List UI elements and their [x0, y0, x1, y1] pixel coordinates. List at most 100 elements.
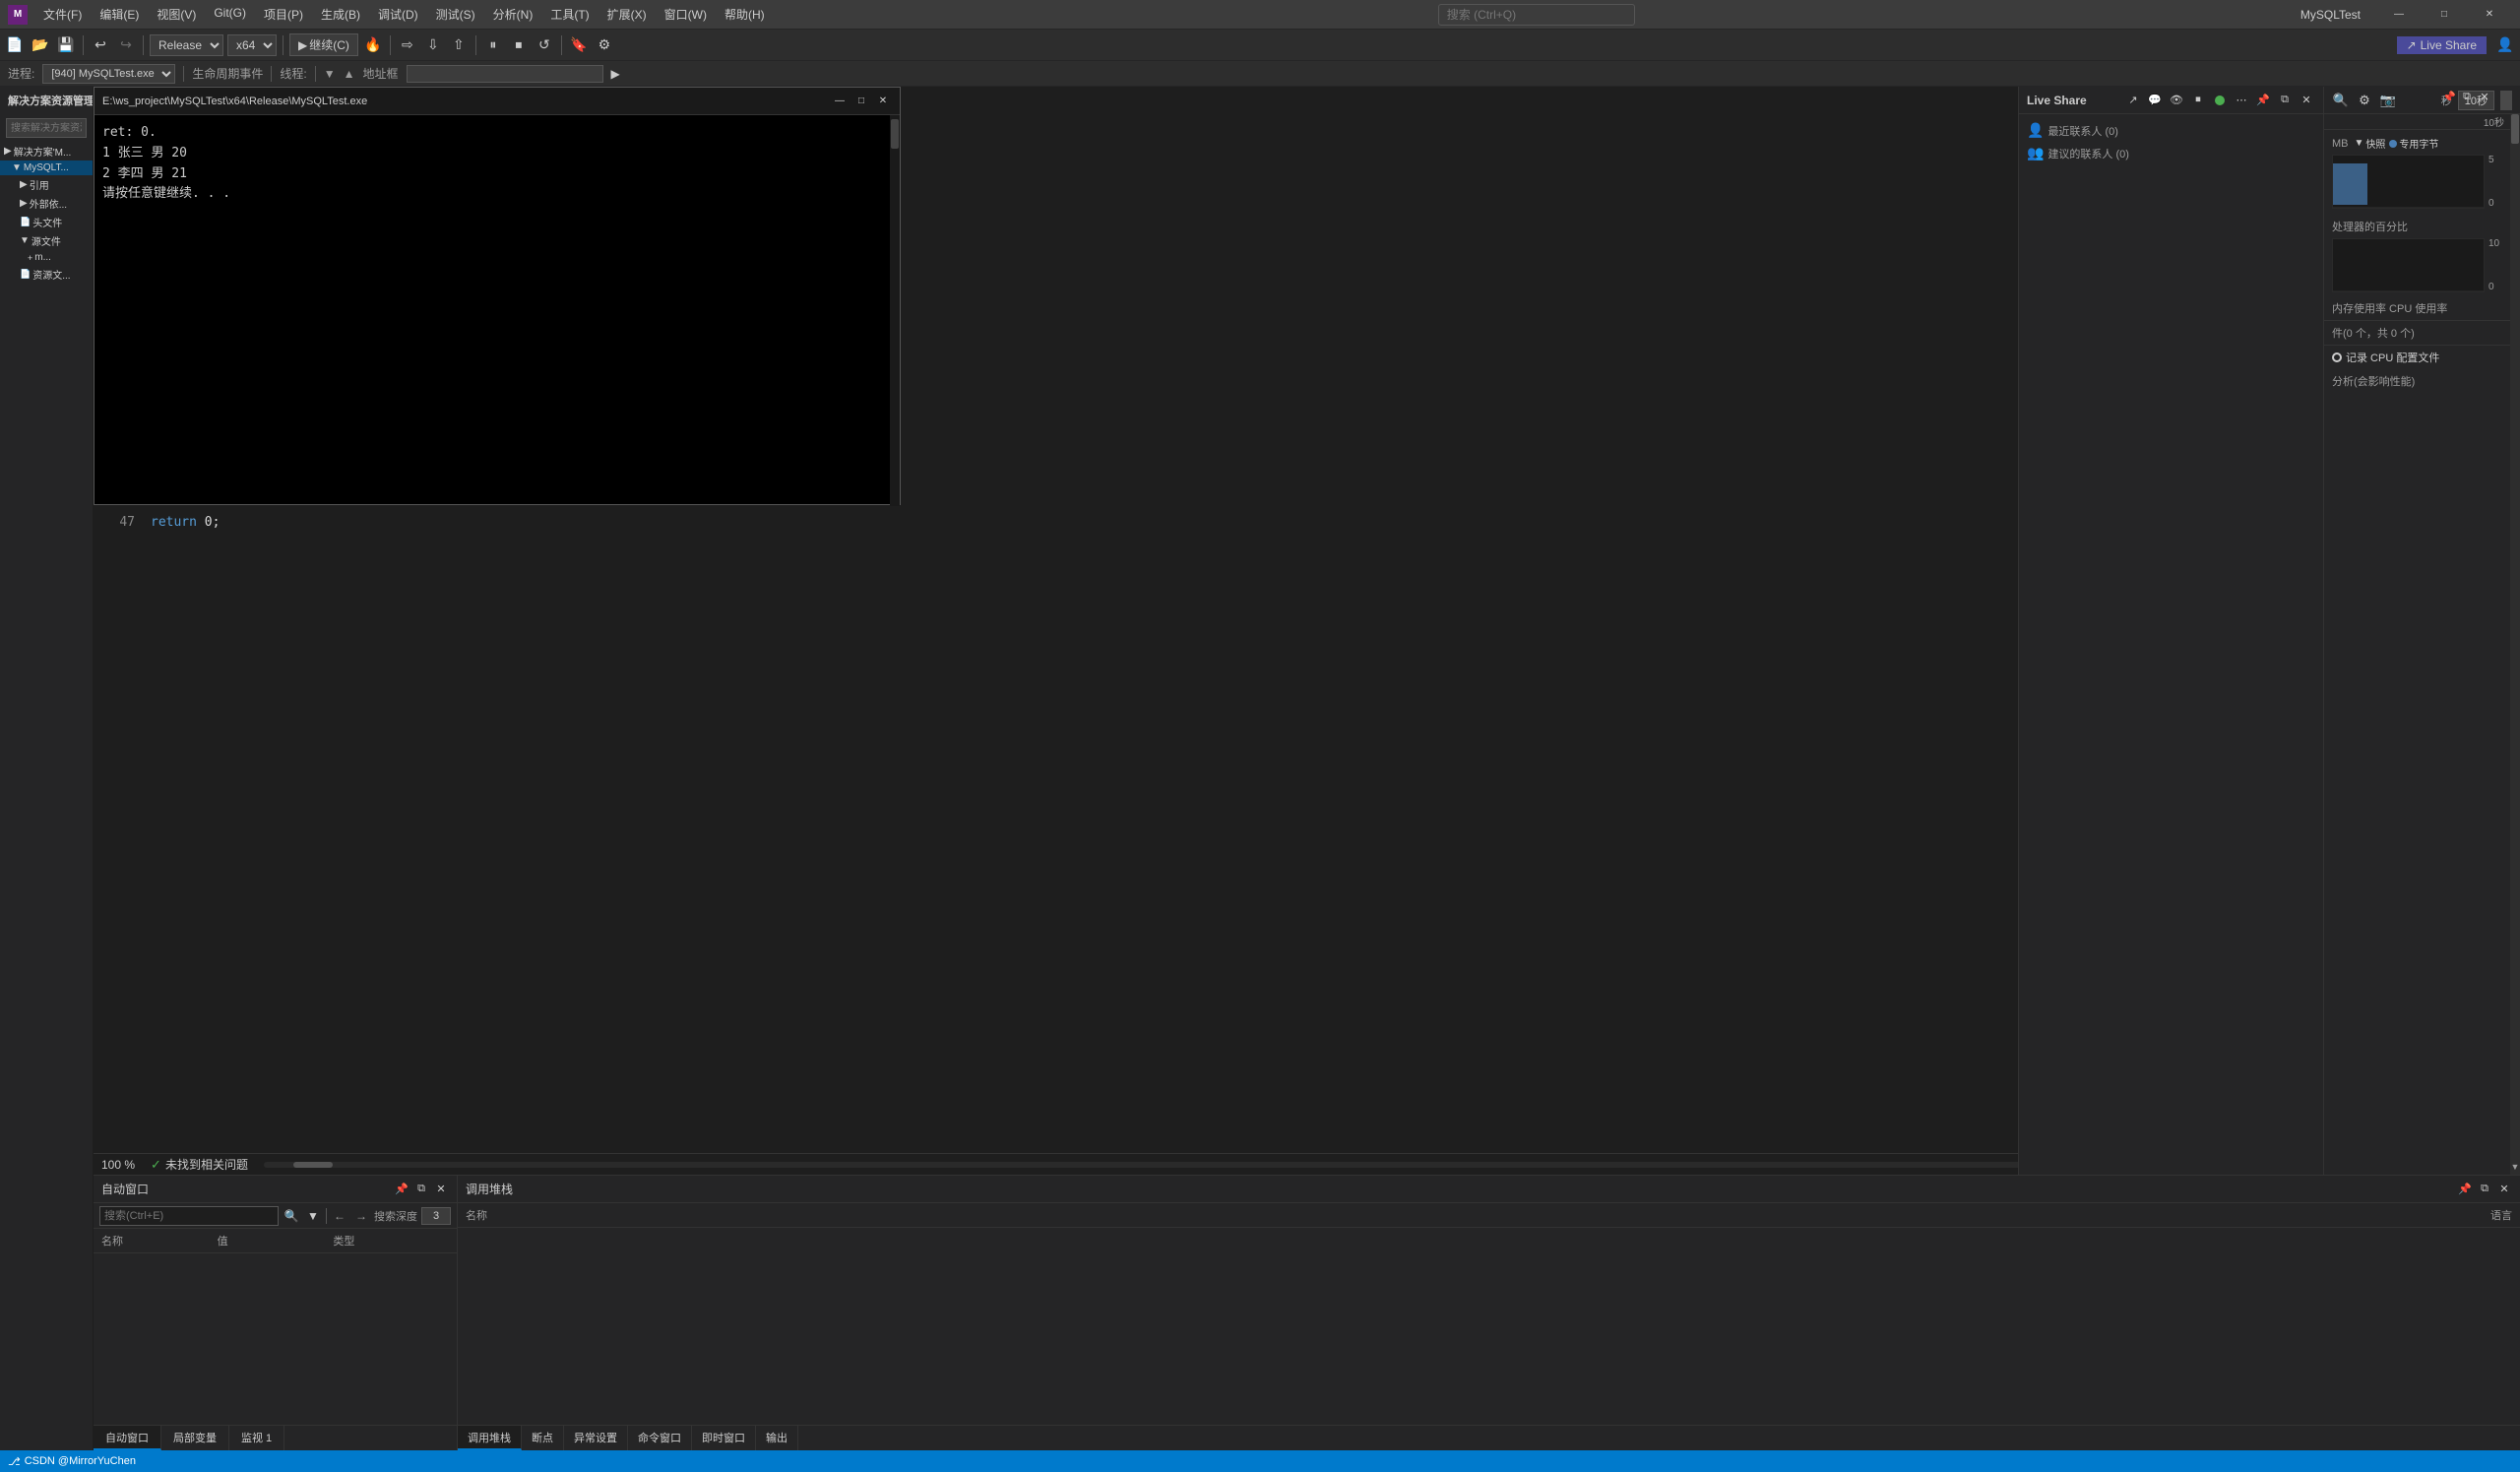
- menu-ext[interactable]: 扩展(X): [599, 4, 655, 25]
- sidebar-item-3[interactable]: ▼ 源文件: [0, 231, 93, 250]
- debug-step-into[interactable]: ⇩: [422, 34, 444, 56]
- call-tab-5[interactable]: 输出: [756, 1426, 798, 1450]
- call-tab-3[interactable]: 命令窗口: [628, 1426, 692, 1450]
- call-tab-4[interactable]: 即时窗口: [692, 1426, 756, 1450]
- auto-float-btn[interactable]: ⧉: [413, 1182, 429, 1197]
- ls-float-btn[interactable]: ⧉: [2276, 92, 2294, 109]
- ls-focus-btn[interactable]: [2211, 92, 2229, 109]
- sidebar-item-4[interactable]: + m...: [0, 250, 93, 265]
- menu-help[interactable]: 帮助(H): [717, 4, 773, 25]
- diag-pin-btn[interactable]: 📌: [2441, 89, 2457, 104]
- menu-git[interactable]: Git(G): [206, 4, 254, 25]
- call-float-btn[interactable]: ⧉: [2477, 1182, 2492, 1197]
- private-bytes-btn[interactable]: 专用字节: [2389, 136, 2438, 151]
- sidebar-item-2[interactable]: 📄 头文件: [0, 213, 93, 231]
- menu-build[interactable]: 生成(B): [313, 4, 368, 25]
- live-share-label: Live Share: [2421, 38, 2477, 52]
- diag-close-btn[interactable]: ✕: [2477, 89, 2492, 104]
- ls-invite-btn[interactable]: ↗: [2124, 92, 2142, 109]
- search-input[interactable]: [1438, 4, 1635, 26]
- account-button[interactable]: 👤: [2494, 34, 2516, 56]
- pause-button[interactable]: ⏸: [482, 34, 504, 56]
- auto-search-opts[interactable]: ▼: [304, 1207, 322, 1225]
- settings-button[interactable]: ⚙: [594, 34, 615, 56]
- config-select[interactable]: Release: [150, 34, 223, 56]
- ls-more-btn[interactable]: ⋯: [2233, 92, 2250, 109]
- snapshot-btn[interactable]: ▼ 快照: [2355, 136, 2386, 151]
- continue-button[interactable]: ▶ 继续(C): [289, 33, 358, 56]
- ls-stop-btn[interactable]: ⏹: [2189, 92, 2207, 109]
- bookmark-button[interactable]: 🔖: [568, 34, 590, 56]
- diag-float-btn[interactable]: ⧉: [2459, 89, 2475, 104]
- console-close[interactable]: ✕: [874, 93, 892, 110]
- call-close-btn[interactable]: ✕: [2496, 1182, 2512, 1197]
- sidebar-item-1[interactable]: ▶ 外部依...: [0, 194, 93, 213]
- ls-chat-btn[interactable]: 💬: [2146, 92, 2164, 109]
- ls-close-btn[interactable]: ✕: [2298, 92, 2315, 109]
- menu-analyze[interactable]: 分析(N): [485, 4, 541, 25]
- auto-search-icon[interactable]: 🔍: [283, 1207, 300, 1225]
- auto-tab-2[interactable]: 监视 1: [229, 1426, 284, 1450]
- menu-debug[interactable]: 调试(D): [370, 4, 426, 25]
- menu-view[interactable]: 视图(V): [149, 4, 204, 25]
- live-share-button[interactable]: ↗ Live Share: [2397, 36, 2487, 54]
- sidebar-item-0[interactable]: ▶ 引用: [0, 175, 93, 194]
- restart-button[interactable]: ↺: [534, 34, 555, 56]
- record-cpu-btn[interactable]: 记录 CPU 配置文件: [2332, 350, 2512, 365]
- close-button[interactable]: ✕: [2467, 0, 2512, 30]
- auto-depth-input[interactable]: [421, 1207, 451, 1225]
- console-scrollbar[interactable]: [890, 115, 900, 506]
- call-tab-1[interactable]: 断点: [522, 1426, 564, 1450]
- menu-file[interactable]: 文件(F): [35, 4, 90, 25]
- diag-camera-icon[interactable]: 📷: [2379, 92, 2397, 109]
- maximize-button[interactable]: □: [2422, 0, 2467, 30]
- toolbar-sep-5: [475, 35, 476, 55]
- debug-step-out[interactable]: ⇧: [448, 34, 470, 56]
- fire-icon[interactable]: 🔥: [362, 34, 384, 56]
- open-button[interactable]: 📂: [30, 34, 51, 56]
- console-max[interactable]: □: [852, 93, 870, 110]
- redo-button[interactable]: ↪: [115, 34, 137, 56]
- save-button[interactable]: 💾: [55, 34, 77, 56]
- project-item[interactable]: ▼ MySQLT...: [0, 160, 93, 175]
- call-pin-btn[interactable]: 📌: [2457, 1182, 2473, 1197]
- diag-scrollbar[interactable]: ▼: [2510, 114, 2520, 1175]
- auto-nav-back[interactable]: ←: [331, 1207, 348, 1225]
- debug-step-over[interactable]: ⇨: [397, 34, 418, 56]
- stop-button[interactable]: ⏹: [508, 34, 530, 56]
- menu-test[interactable]: 测试(S): [428, 4, 483, 25]
- toolbar-sep-6: [561, 35, 562, 55]
- sidebar-search-input[interactable]: [6, 118, 87, 138]
- auto-search-input[interactable]: [99, 1206, 279, 1226]
- menu-tools[interactable]: 工具(T): [542, 4, 597, 25]
- menu-edit[interactable]: 编辑(E): [92, 4, 147, 25]
- process-select[interactable]: [940] MySQLTest.exe: [42, 64, 175, 84]
- diag-search-icon[interactable]: 🔍: [2332, 92, 2350, 109]
- auto-search-bar: 🔍 ▼ ← → 搜索深度: [94, 1203, 457, 1229]
- diag-scroll-v[interactable]: [2500, 91, 2512, 110]
- auto-nav-fwd[interactable]: →: [352, 1207, 370, 1225]
- ls-follow-btn[interactable]: 👁: [2168, 92, 2185, 109]
- call-tab-2[interactable]: 异常设置: [564, 1426, 628, 1450]
- sidebar-item-5[interactable]: 📄 资源文...: [0, 265, 93, 284]
- editor-scrollbar[interactable]: [264, 1162, 2064, 1168]
- call-tab-0[interactable]: 调用堆栈: [458, 1426, 522, 1450]
- console-min[interactable]: —: [831, 93, 849, 110]
- solution-item[interactable]: ▶ 解决方案'M...: [0, 142, 93, 160]
- auto-tab-0[interactable]: 自动窗口: [94, 1426, 161, 1450]
- auto-tab-1[interactable]: 局部变量: [161, 1426, 229, 1450]
- diag-scroll-down[interactable]: ▼: [2510, 1159, 2520, 1175]
- auto-pin-btn[interactable]: 📌: [394, 1182, 410, 1197]
- addr-input[interactable]: [407, 65, 603, 83]
- auto-table-body: [94, 1253, 457, 1425]
- minimize-button[interactable]: —: [2376, 0, 2422, 30]
- ls-pin-btn[interactable]: 📌: [2254, 92, 2272, 109]
- diag-settings-icon[interactable]: ⚙: [2356, 92, 2373, 109]
- code-body[interactable]: return 0;: [143, 505, 2321, 1175]
- platform-select[interactable]: x64: [227, 34, 277, 56]
- new-button[interactable]: 📄: [4, 34, 26, 56]
- menu-window[interactable]: 窗口(W): [657, 4, 715, 25]
- undo-button[interactable]: ↩: [90, 34, 111, 56]
- auto-close-btn[interactable]: ✕: [433, 1182, 449, 1197]
- menu-project[interactable]: 项目(P): [256, 4, 311, 25]
